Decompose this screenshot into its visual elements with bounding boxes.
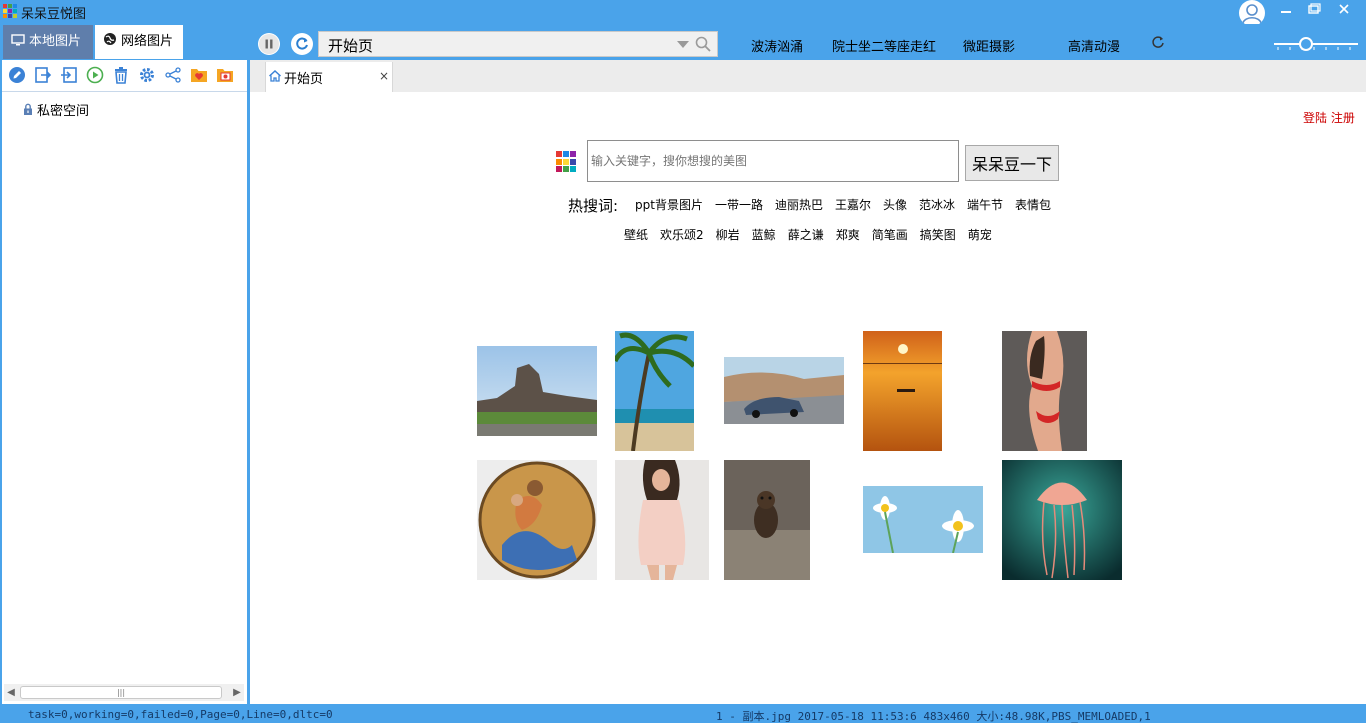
import-icon[interactable] [60, 66, 78, 84]
home-icon [268, 69, 282, 83]
thumbnail-round-painting[interactable] [477, 460, 597, 580]
favorite-folder-icon[interactable] [190, 66, 208, 84]
tab-local-label: 本地图片 [29, 34, 82, 49]
hot-word[interactable]: 头像 [883, 196, 907, 213]
hot-search-row-2: 壁纸 欢乐颂2 柳岩 蓝鲸 薛之谦 郑爽 简笔画 搞笑图 萌宠 [624, 226, 1004, 243]
thumbnail-daisies[interactable] [863, 486, 983, 553]
sidebar: 私密空间 ◀ ||| ▶ [0, 60, 250, 704]
thumbnail-jellyfish[interactable] [1002, 460, 1122, 580]
edit-icon[interactable] [8, 66, 26, 84]
monitor-icon [11, 26, 25, 46]
pause-button[interactable] [258, 33, 280, 55]
thumbnail-palm-beach[interactable] [615, 331, 694, 451]
hot-word[interactable]: 薛之谦 [788, 226, 824, 243]
hot-word[interactable]: 蓝鲸 [752, 226, 776, 243]
title-bar: 呆呆豆悦图 [0, 0, 1366, 26]
lock-icon [22, 103, 34, 120]
hot-word[interactable]: ppt背景图片 [635, 196, 703, 213]
nav-link-3[interactable]: 微距摄影 [963, 36, 1015, 55]
export-icon[interactable] [34, 66, 52, 84]
sidebar-scrollbar[interactable]: ◀ ||| ▶ [4, 684, 244, 701]
main-content: 开始页 × 登陆 注册 呆呆豆一下 热搜词: ppt背景图片一带一路迪丽热巴王嘉… [250, 60, 1366, 704]
tab-local-images[interactable]: 本地图片 [3, 25, 93, 59]
hot-word[interactable]: 一带一路 [715, 196, 763, 213]
hot-word[interactable]: 柳岩 [716, 226, 740, 243]
tab-start-page-label: 开始页 [284, 72, 324, 87]
search-button[interactable]: 呆呆豆一下 [965, 145, 1059, 181]
hot-word[interactable]: 表情包 [1015, 196, 1051, 213]
status-bar: task=0,working=0,failed=0,Page=0,Line=0,… [0, 704, 1366, 723]
tree-item-label: 私密空间 [37, 104, 90, 119]
share-icon[interactable] [164, 66, 182, 84]
user-avatar-icon[interactable] [1239, 0, 1265, 26]
hot-word[interactable]: 范冰冰 [919, 196, 955, 213]
minimize-button[interactable] [1272, 2, 1300, 18]
chevron-down-icon[interactable] [677, 41, 689, 48]
tab-network-images[interactable]: 网络图片 [95, 25, 183, 59]
scroll-right-icon[interactable]: ▶ [230, 684, 244, 701]
hot-word[interactable]: 壁纸 [624, 226, 648, 243]
search-icon[interactable] [695, 36, 711, 52]
hot-word[interactable]: 王嘉尔 [835, 196, 871, 213]
address-bar[interactable]: 开始页 [318, 31, 718, 57]
tab-start-page[interactable]: 开始页 × [265, 62, 393, 92]
page-tab-strip: 开始页 × [250, 60, 1366, 92]
close-button[interactable] [1330, 2, 1358, 18]
nav-link-2[interactable]: 院士坐二等座走红 [832, 36, 936, 55]
login-register-link[interactable]: 登陆 注册 [1303, 109, 1355, 126]
hot-word[interactable]: 简笔画 [872, 226, 908, 243]
sidebar-toolbar [2, 60, 247, 92]
thumbnail-car-coast[interactable] [724, 357, 844, 424]
tree-item-private-space[interactable]: 私密空间 [22, 100, 89, 120]
scrollbar-thumb[interactable]: ||| [20, 686, 222, 699]
address-text: 开始页 [328, 37, 374, 55]
tab-network-label: 网络图片 [121, 34, 174, 49]
refresh-button[interactable] [291, 33, 313, 55]
search-input[interactable] [587, 140, 959, 182]
scroll-left-icon[interactable]: ◀ [4, 684, 18, 701]
hot-word[interactable]: 郑爽 [836, 226, 860, 243]
nav-link-4[interactable]: 高清动漫 [1068, 36, 1120, 55]
window-title: 呆呆豆悦图 [21, 7, 87, 22]
hot-search-label: 热搜词: [568, 197, 619, 215]
status-task-info: task=0,working=0,failed=0,Page=0,Line=0,… [28, 708, 333, 721]
hot-word[interactable]: 迪丽热巴 [775, 196, 823, 213]
zoom-slider[interactable] [1272, 36, 1360, 52]
refresh-links-icon[interactable] [1150, 34, 1166, 50]
hot-word[interactable]: 欢乐颂2 [660, 226, 704, 243]
thumbnail-woman-lingerie[interactable] [615, 460, 709, 580]
restore-button[interactable] [1300, 2, 1328, 18]
hot-search-row-1: ppt背景图片 一带一路 迪丽热巴 王嘉尔 头像 范冰冰 端午节 表情包 [635, 196, 1063, 213]
close-tab-icon[interactable]: × [379, 69, 389, 83]
nav-link-1[interactable]: 波涛汹涌 [751, 36, 803, 55]
site-logo-icon [556, 151, 578, 173]
trash-icon[interactable] [112, 66, 130, 84]
settings-icon[interactable] [138, 66, 156, 84]
play-icon[interactable] [86, 66, 104, 84]
thumbnail-small-animal[interactable] [724, 460, 810, 580]
hot-word[interactable]: 萌宠 [968, 226, 992, 243]
globe-icon [103, 26, 117, 45]
app-logo-icon [3, 4, 17, 18]
hot-word[interactable]: 端午节 [967, 196, 1003, 213]
hot-word[interactable]: 搞笑图 [920, 226, 956, 243]
thumbnail-woman-bikini[interactable] [1002, 331, 1087, 451]
thumbnail-sphinx-rock[interactable] [477, 346, 597, 436]
photo-folder-icon[interactable] [216, 66, 234, 84]
thumbnail-sunset-sea[interactable] [863, 331, 942, 451]
status-file-info: 1 - 副本.jpg 2017-05-18 11:53:6 483x460 大小… [716, 710, 1151, 723]
